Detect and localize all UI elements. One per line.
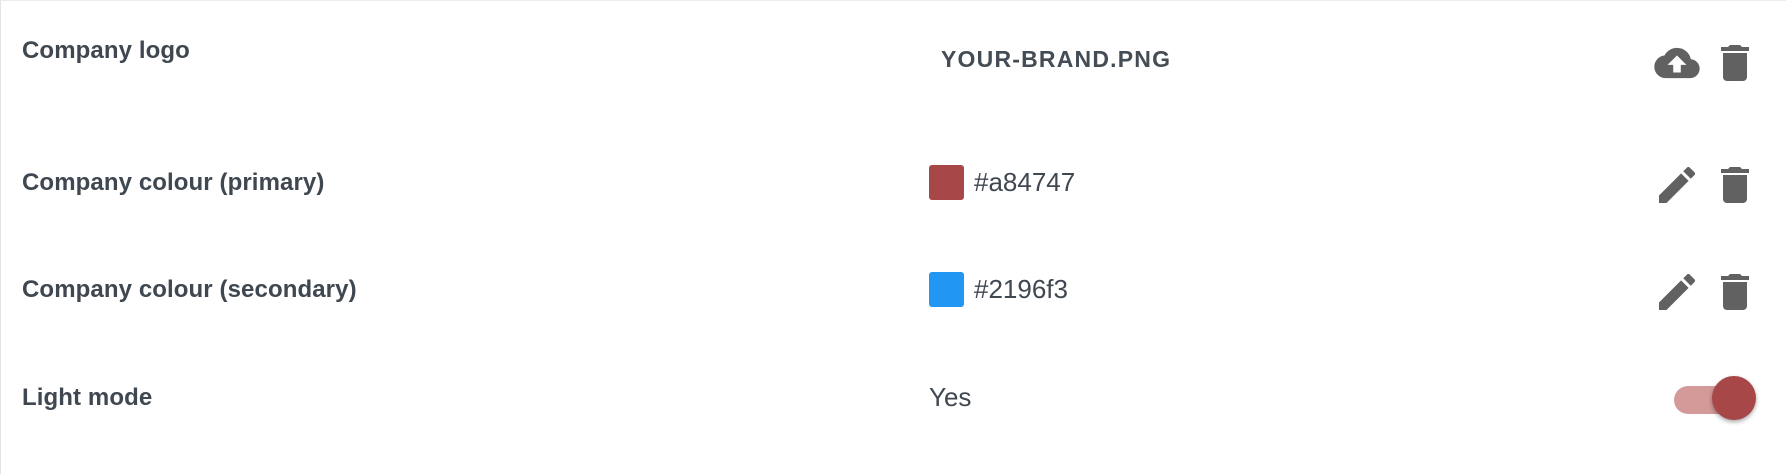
primary-colour-hex: #a84747	[974, 167, 1076, 197]
logo-value: YOUR-BRAND.PNG	[929, 46, 1171, 73]
light-mode-toggle[interactable]	[1670, 376, 1756, 422]
logo-file-name: YOUR-BRAND.PNG	[941, 46, 1172, 72]
pencil-icon	[1659, 274, 1695, 310]
delete-primary-colour-button[interactable]	[1712, 162, 1758, 208]
light-mode-status: Yes	[929, 382, 972, 412]
primary-colour-value: #a84747	[929, 165, 1075, 200]
company-branding-settings: Company logo YOUR-BRAND.PNG Company colo…	[0, 0, 1786, 474]
logo-actions	[1642, 40, 1758, 86]
logo-label: Company logo	[22, 37, 190, 64]
secondary-colour-actions	[1642, 269, 1758, 315]
cloud-upload-icon	[1654, 47, 1700, 79]
primary-colour-label: Company colour (primary)	[22, 169, 325, 196]
trash-icon	[1721, 274, 1749, 310]
setting-row-secondary-colour: Company colour (secondary) #2196f3	[1, 248, 1786, 338]
trash-icon	[1721, 167, 1749, 203]
trash-icon	[1721, 45, 1749, 81]
delete-secondary-colour-button[interactable]	[1712, 269, 1758, 315]
secondary-colour-hex: #2196f3	[974, 274, 1068, 304]
secondary-colour-label: Company colour (secondary)	[22, 276, 357, 303]
light-mode-label: Light mode	[22, 384, 153, 411]
pencil-icon	[1659, 167, 1695, 203]
setting-row-light-mode: Light mode Yes	[1, 356, 1786, 446]
upload-logo-button[interactable]	[1654, 40, 1700, 86]
primary-colour-actions	[1642, 162, 1758, 208]
setting-row-logo: Company logo YOUR-BRAND.PNG	[1, 1, 1786, 121]
secondary-colour-swatch	[929, 272, 964, 307]
secondary-colour-value: #2196f3	[929, 272, 1068, 307]
edit-primary-colour-button[interactable]	[1654, 162, 1700, 208]
edit-secondary-colour-button[interactable]	[1654, 269, 1700, 315]
light-mode-value: Yes	[929, 382, 971, 413]
primary-colour-swatch	[929, 165, 964, 200]
setting-row-primary-colour: Company colour (primary) #a84747	[1, 141, 1786, 231]
toggle-thumb	[1712, 376, 1756, 420]
delete-logo-button[interactable]	[1712, 40, 1758, 86]
